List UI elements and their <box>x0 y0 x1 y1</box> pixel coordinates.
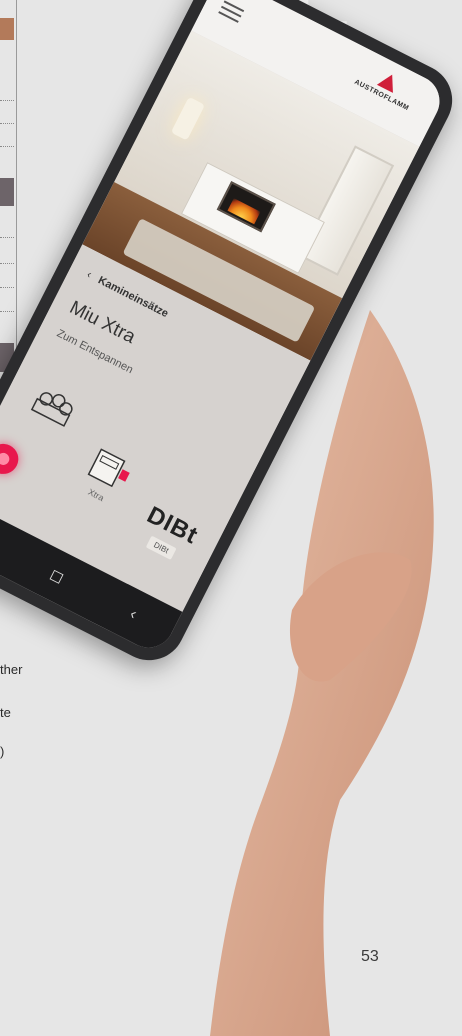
hamburger-icon[interactable] <box>218 0 245 23</box>
flame-logo-icon <box>376 70 401 93</box>
wood-logs-icon <box>30 392 73 427</box>
home-button[interactable]: ◻ <box>35 558 80 594</box>
selected-option-indicator[interactable] <box>0 438 24 480</box>
option-wood[interactable] <box>19 377 88 435</box>
page-number: 53 <box>361 948 379 965</box>
recent-apps-button[interactable]: ||| <box>0 520 3 554</box>
back-button[interactable]: ‹ <box>111 598 155 632</box>
option-xtra[interactable]: Xtra <box>67 439 144 513</box>
chevron-left-icon: ‹ <box>84 268 94 281</box>
option-dibt[interactable]: DIBt DIBt <box>131 500 205 568</box>
